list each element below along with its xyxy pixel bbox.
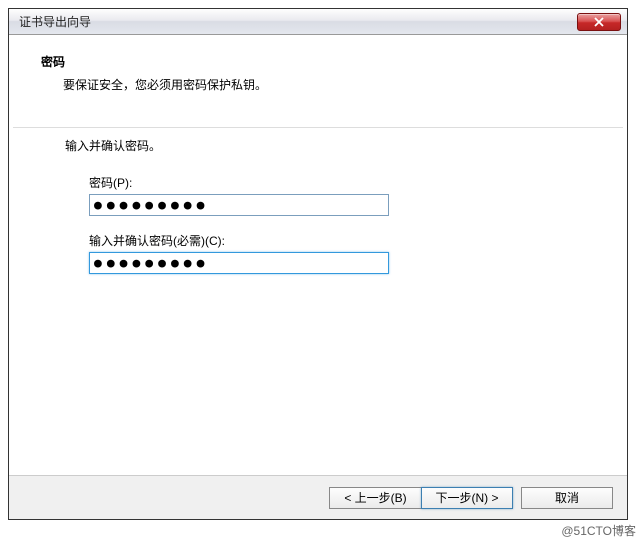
password-input[interactable] <box>89 194 389 216</box>
confirm-password-label: 输入并确认密码(必需)(C): <box>89 232 601 249</box>
divider <box>13 127 623 128</box>
section-subheading: 要保证安全，您必须用密码保护私钥。 <box>63 76 601 93</box>
confirm-password-field-group: 输入并确认密码(必需)(C): <box>89 232 601 274</box>
button-bar: < 上一步(B) 下一步(N) > 取消 <box>9 475 627 519</box>
cancel-button[interactable]: 取消 <box>521 487 613 509</box>
window-title: 证书导出向导 <box>19 13 91 30</box>
titlebar: 证书导出向导 <box>9 9 627 35</box>
password-field-group: 密码(P): <box>89 174 601 216</box>
wizard-content: 密码 要保证安全，您必须用密码保护私钥。 输入并确认密码。 密码(P): 输入并… <box>9 35 627 475</box>
confirm-password-input[interactable] <box>89 252 389 274</box>
close-button[interactable] <box>577 13 621 31</box>
nav-button-group: < 上一步(B) 下一步(N) > <box>329 487 513 509</box>
close-icon <box>594 17 604 27</box>
instruction-text: 输入并确认密码。 <box>65 137 601 154</box>
next-button[interactable]: 下一步(N) > <box>421 487 513 509</box>
back-button[interactable]: < 上一步(B) <box>329 487 421 509</box>
section-heading: 密码 <box>41 53 601 70</box>
password-label: 密码(P): <box>89 174 601 191</box>
wizard-window: 证书导出向导 密码 要保证安全，您必须用密码保护私钥。 输入并确认密码。 密码(… <box>8 8 628 520</box>
watermark: @51CTO博客 <box>555 520 642 541</box>
